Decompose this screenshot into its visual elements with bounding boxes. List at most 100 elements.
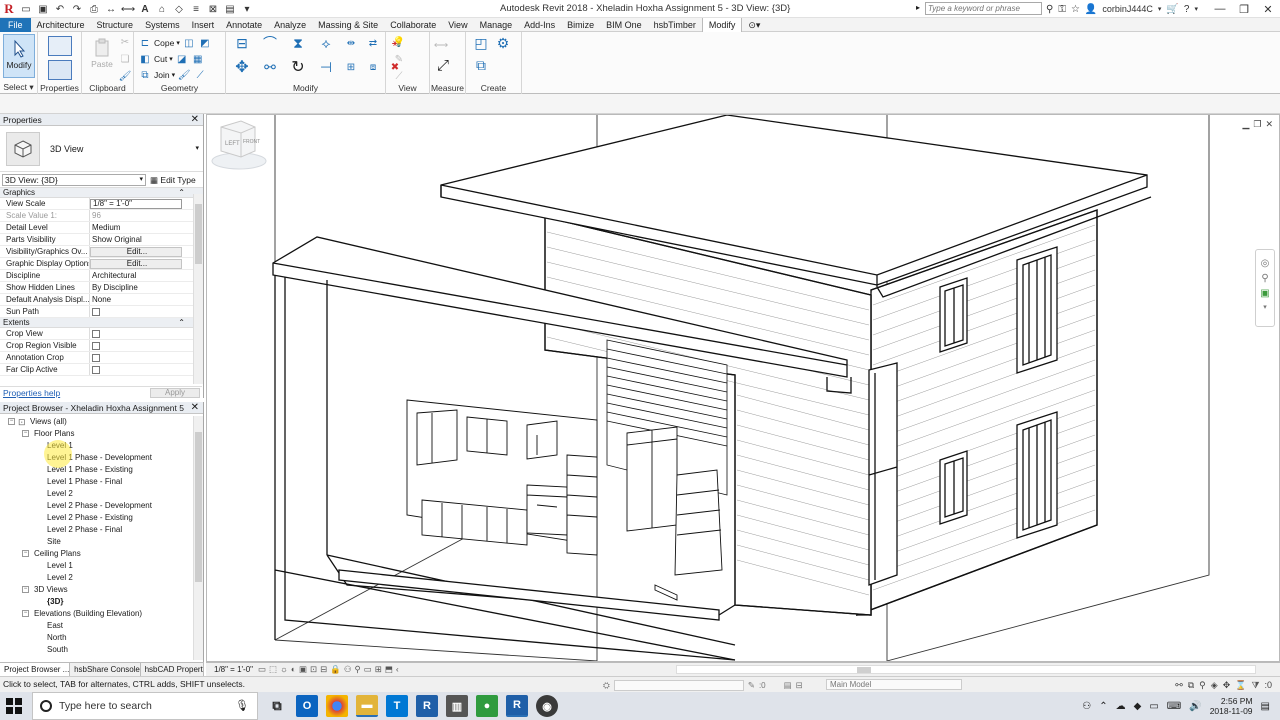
create-assembly-icon[interactable]: ⚙ [494, 34, 512, 52]
scroll-thumb[interactable] [857, 667, 871, 673]
offset-icon[interactable]: ⌒ [260, 34, 280, 52]
view-instance-select[interactable]: 3D View: {3D} ▾ [2, 174, 146, 186]
revit-active-icon[interactable]: R [506, 695, 528, 717]
tab-file[interactable]: File [0, 17, 31, 32]
open-icon[interactable]: ▭ [19, 3, 33, 16]
extents-group-header[interactable]: Extents ⌃ [0, 318, 203, 328]
viewcube-left-face[interactable]: LEFT [225, 141, 240, 147]
scale-icon[interactable]: ⧈ [366, 61, 380, 74]
help-icon[interactable]: ? [1184, 4, 1190, 15]
analytical-model-icon[interactable]: ⊞ [375, 663, 382, 676]
property-row[interactable]: View Scale 1/8" = 1'-0" [0, 198, 203, 210]
editable-icon[interactable]: ✎ [748, 678, 755, 693]
checkbox[interactable] [92, 330, 100, 338]
linework-icon[interactable]: ⟋ [392, 70, 406, 83]
graphics-group-header[interactable]: Graphics ⌃ [0, 188, 203, 198]
close-icon[interactable]: ✕ [1265, 119, 1273, 130]
properties-icon[interactable] [48, 36, 72, 56]
property-checkbox-cell[interactable] [90, 328, 182, 339]
trim-extend-icon[interactable]: ⊣ [316, 58, 336, 76]
close-hidden-icon[interactable]: ⊠ [206, 3, 220, 16]
browser-node[interactable]: Level 2 Phase - Development [0, 500, 192, 512]
property-row[interactable]: Crop Region Visible [0, 340, 203, 352]
tab-insert[interactable]: Insert [186, 18, 221, 32]
property-row[interactable]: Detail Level Medium [0, 222, 203, 234]
app-icon[interactable]: ▥ [446, 695, 468, 717]
user-icon[interactable]: 👤 [1085, 4, 1097, 15]
property-value[interactable]: Medium [90, 222, 182, 233]
tab-bimize[interactable]: Bimize [561, 18, 600, 32]
browser-node[interactable]: Level 2 [0, 488, 192, 500]
panel-tab-2[interactable]: hsbCAD Propert [141, 663, 204, 676]
design-option-select[interactable]: Main Model [826, 679, 962, 690]
browser-node[interactable]: − Ceiling Plans [0, 548, 192, 560]
tab-manage[interactable]: Manage [474, 18, 519, 32]
task-view-icon[interactable]: ⧉ [266, 695, 288, 717]
view-scale[interactable]: 1/8" = 1'-0" [214, 663, 253, 676]
collapse-icon[interactable]: ‹ [396, 663, 399, 676]
close-icon[interactable]: ✕ [191, 114, 199, 126]
tab-modify[interactable]: Modify [701, 17, 743, 32]
browser-node[interactable]: Level 1 [0, 440, 192, 452]
browser-node[interactable]: North [0, 632, 192, 644]
panel-tab-1[interactable]: hsbShare Console [70, 663, 141, 676]
collapse-toggle-icon[interactable]: − [8, 418, 15, 425]
tab-architecture[interactable]: Architecture [31, 18, 91, 32]
user-name[interactable]: corbinJ444C [1102, 4, 1153, 14]
subscription-icon[interactable]: ⚿ [1058, 4, 1066, 15]
aligned-dimension-icon[interactable]: ⤢ [436, 57, 450, 74]
expand-tray-icon[interactable]: ⌃ [1099, 701, 1107, 712]
tab-annotate[interactable]: Annotate [220, 18, 268, 32]
restore-icon[interactable]: ❐ [1253, 119, 1261, 130]
property-checkbox-cell[interactable] [90, 340, 182, 351]
tab-bim-one[interactable]: BIM One [600, 18, 648, 32]
active-workset-select[interactable] [613, 679, 744, 691]
browser-node[interactable]: Level 1 Phase - Existing [0, 464, 192, 476]
browser-node[interactable]: East [0, 620, 192, 632]
move-icon[interactable]: ✥ [232, 58, 252, 76]
select-underlay-icon[interactable]: ⧉ [1188, 678, 1194, 693]
tab-collaborate[interactable]: Collaborate [384, 18, 442, 32]
favorites-icon[interactable]: ☆ [1071, 4, 1080, 15]
property-value[interactable]: Architectural [90, 270, 182, 281]
select-face-icon[interactable]: ◈ [1211, 678, 1218, 693]
paste-button[interactable]: Paste [86, 34, 118, 78]
property-row[interactable]: Visibility/Graphics Ov... Edit... [0, 246, 203, 258]
taskbar-search[interactable]: Type here to search 🎙 [32, 692, 258, 720]
browser-node[interactable]: South [0, 644, 192, 656]
chevron-down-icon[interactable]: ▾ [195, 144, 199, 152]
checkbox[interactable] [92, 308, 100, 316]
property-row[interactable]: Show Hidden Lines By Discipline [0, 282, 203, 294]
onedrive-icon[interactable]: ☁ [1116, 701, 1126, 712]
array-icon[interactable]: ⊞ [344, 61, 358, 74]
property-row[interactable]: Parts Visibility Show Original [0, 234, 203, 246]
geometry-tool-icon[interactable]: ◩ [198, 37, 212, 50]
property-value[interactable]: 1/8" = 1'-0" [90, 199, 182, 209]
file-explorer-icon[interactable]: ▬ [356, 695, 378, 717]
outlook-icon[interactable]: O [296, 695, 318, 717]
microphone-icon[interactable]: 🎙 [235, 699, 249, 712]
browser-scrollbar[interactable] [193, 416, 203, 660]
design-options-icon[interactable]: ▤ [784, 678, 792, 693]
copy-element-icon[interactable]: ⚯ [260, 58, 280, 76]
collapse-toggle-icon[interactable]: − [22, 550, 29, 557]
browser-node[interactable]: Level 1 [0, 560, 192, 572]
browser-node[interactable]: {3D} [0, 596, 192, 608]
notifications-icon[interactable]: ▤ [1261, 701, 1270, 712]
binoculars-icon[interactable]: ⚲ [1046, 4, 1053, 15]
browser-node[interactable]: − Floor Plans [0, 428, 192, 440]
worksharing-icon[interactable]: ▭ [364, 663, 372, 676]
filter-icon[interactable]: ⧩ [1251, 678, 1259, 693]
cut-icon[interactable]: ✂ [118, 36, 132, 49]
browser-node[interactable]: − ⊡ Views (all) [0, 416, 192, 428]
pan-icon[interactable]: ▣ [1260, 288, 1269, 299]
create-group-icon[interactable]: ⧉ [472, 56, 490, 74]
property-row[interactable]: Discipline Architectural [0, 270, 203, 282]
clock[interactable]: 2:56 PM 2018-11-09 [1210, 696, 1253, 716]
horizontal-scrollbar[interactable] [676, 665, 1256, 674]
minimize-icon[interactable]: ▁ [1242, 119, 1249, 130]
browser-node[interactable]: − Elevations (Building Elevation) [0, 608, 192, 620]
tab-hsbtimber[interactable]: hsbTimber [648, 18, 702, 32]
chevron-down-icon[interactable]: ▾ [1263, 303, 1267, 311]
steering-wheel-icon[interactable]: ◎ [1261, 258, 1270, 269]
